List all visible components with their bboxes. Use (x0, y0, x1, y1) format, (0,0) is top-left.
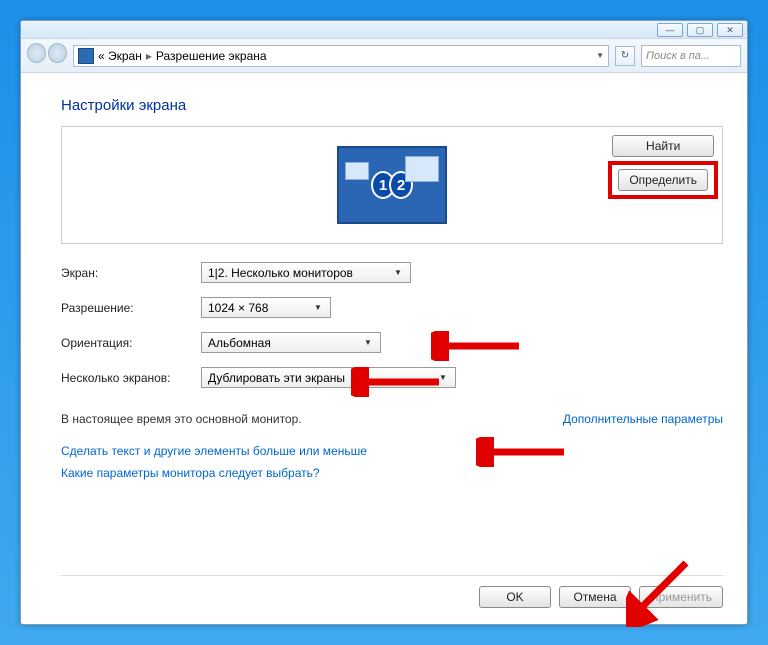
side-buttons: Найти Определить (612, 135, 714, 195)
search-placeholder: Поиск в па... (646, 50, 710, 62)
multi-dropdown[interactable]: Дублировать эти экраны ▼ (201, 367, 456, 388)
page-title: Настройки экрана (61, 97, 723, 114)
screen-dropdown[interactable]: 1|2. Несколько мониторов ▼ (201, 262, 411, 283)
resolution-value: 1024 × 768 (208, 301, 268, 315)
resolution-dropdown[interactable]: 1024 × 768 ▼ (201, 297, 331, 318)
advanced-link[interactable]: Дополнительные параметры (563, 412, 723, 426)
back-icon (27, 43, 46, 63)
find-button[interactable]: Найти (612, 135, 714, 157)
chevron-down-icon: ▼ (390, 268, 406, 277)
address-bar[interactable]: « Экран ▸ Разрешение экрана ▼ (73, 45, 609, 67)
ok-button[interactable]: OK (479, 586, 551, 608)
orientation-value: Альбомная (208, 336, 271, 350)
screen-value: 1|2. Несколько мониторов (208, 266, 353, 280)
close-button[interactable]: ✕ (717, 23, 743, 37)
multi-label: Несколько экранов: (61, 371, 201, 385)
forward-icon (48, 43, 67, 63)
breadcrumb-1[interactable]: « Экран (98, 49, 142, 63)
monitor-icon (78, 48, 94, 64)
footer: OK Отмена Применить (61, 575, 723, 608)
titlebar: — ▢ ✕ (21, 21, 747, 39)
window: — ▢ ✕ « Экран ▸ Разрешение экрана ▼ ↻ По… (20, 20, 748, 625)
navbar: « Экран ▸ Разрешение экрана ▼ ↻ Поиск в … (21, 39, 747, 73)
breadcrumb-sep-icon: ▸ (146, 49, 152, 63)
multi-value: Дублировать эти экраны (208, 371, 345, 385)
help-link[interactable]: Какие параметры монитора следует выбрать… (61, 466, 723, 480)
chevron-down-icon: ▼ (310, 303, 326, 312)
preview-window-icon (345, 162, 369, 180)
preview-box: 1 2 Найти Определить (61, 126, 723, 244)
annotation-highlight: Определить (608, 161, 718, 199)
refresh-icon: ↻ (621, 50, 629, 61)
resolution-label: Разрешение: (61, 301, 201, 315)
identify-button[interactable]: Определить (618, 169, 708, 191)
chevron-down-icon: ▼ (435, 373, 451, 382)
screen-label: Экран: (61, 266, 201, 280)
info-line: В настоящее время это основной монитор. … (61, 412, 723, 426)
dropdown-icon[interactable]: ▼ (596, 51, 604, 60)
preview-window2-icon (405, 156, 439, 182)
apply-button[interactable]: Применить (639, 586, 723, 608)
refresh-button[interactable]: ↻ (615, 46, 635, 66)
content: Настройки экрана 1 2 Найти Определить Эк… (21, 73, 747, 624)
minimize-button[interactable]: — (657, 23, 683, 37)
breadcrumb-2[interactable]: Разрешение экрана (156, 49, 267, 63)
chevron-down-icon: ▼ (360, 338, 376, 347)
nav-back-forward[interactable] (27, 43, 67, 69)
links-block: Сделать текст и другие элементы больше и… (61, 444, 723, 480)
main-monitor-text: В настоящее время это основной монитор. (61, 412, 302, 426)
search-input[interactable]: Поиск в па... (641, 45, 741, 67)
orientation-label: Ориентация: (61, 336, 201, 350)
orientation-dropdown[interactable]: Альбомная ▼ (201, 332, 381, 353)
text-size-link[interactable]: Сделать текст и другие элементы больше и… (61, 444, 723, 458)
cancel-button[interactable]: Отмена (559, 586, 631, 608)
form-grid: Экран: 1|2. Несколько мониторов ▼ Разреш… (61, 262, 723, 388)
monitor-preview[interactable]: 1 2 (337, 146, 447, 224)
maximize-button[interactable]: ▢ (687, 23, 713, 37)
